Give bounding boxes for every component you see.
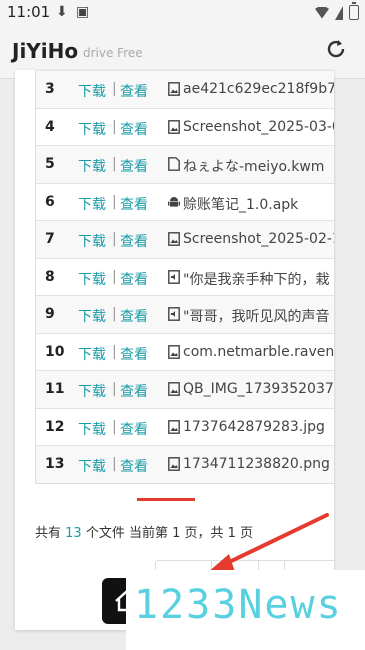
file-table: 3下载|查看ae421c629ec218f9b7c34下载|查看Screensh…: [35, 70, 334, 484]
view-link[interactable]: 查看: [120, 456, 148, 476]
wifi-icon: [315, 6, 329, 19]
current-page-button[interactable]: [137, 498, 195, 509]
link-separator: |: [112, 343, 117, 360]
file-name[interactable]: "哥哥，我听见风的声音: [183, 306, 329, 326]
view-link[interactable]: 查看: [120, 81, 148, 101]
file-name[interactable]: 1734711238820.png: [183, 456, 330, 472]
table-row: 9 下载 | 查看 "哥哥，我听见风的声音: [36, 295, 334, 333]
file-name[interactable]: 赊账笔记_1.0.apk: [183, 194, 298, 214]
link-separator: |: [112, 418, 117, 435]
table-row: 3 下载 |查看 ae421c629ec218f9b7c3: [36, 70, 334, 108]
row-number: 12: [45, 418, 65, 435]
view-link[interactable]: 查看: [120, 269, 148, 289]
signal-icon: [335, 5, 343, 20]
table-row: 6 下载 | 查看 赊账笔记_1.0.apk: [36, 182, 334, 221]
table-row: 8 下载 | 查看 "你是我亲手种下的，栽: [36, 257, 334, 296]
table-row: 12 下载 | 查看 1737642879283.jpg: [36, 407, 334, 446]
image-file-icon: [168, 119, 180, 134]
download-link[interactable]: 下载: [78, 344, 106, 364]
row-number: 10: [45, 343, 65, 360]
view-link[interactable]: 查看: [120, 344, 148, 364]
download-link[interactable]: 下载: [78, 231, 106, 251]
image-file-icon: [168, 457, 180, 471]
file-name[interactable]: "你是我亲手种下的，栽: [183, 269, 329, 289]
refresh-icon[interactable]: [323, 36, 349, 62]
file-name[interactable]: Screenshot_2025-03-01: [183, 119, 334, 135]
table-row: 7 下载 | 查看 Screenshot_2025-02-18: [36, 220, 334, 258]
download-link[interactable]: 下载: [78, 81, 106, 101]
app-title: JiYiHo: [12, 39, 79, 63]
link-separator: |: [112, 156, 117, 172]
row-number: 8: [45, 268, 55, 285]
table-row: 11 下载 |查看 QB_IMG_173935203707: [36, 370, 334, 408]
view-link[interactable]: 查看: [120, 231, 148, 251]
row-number: 5: [45, 156, 55, 172]
battery-icon: [349, 2, 359, 20]
row-number: 6: [45, 193, 55, 210]
file-name[interactable]: com.netmarble.raven2.p: [183, 344, 334, 360]
android-icon: [168, 195, 180, 209]
status-time: 11:01: [7, 3, 51, 21]
row-number: 7: [45, 231, 55, 247]
row-number: 4: [45, 118, 55, 135]
file-name[interactable]: ねぇよな-meiyo.kwm: [183, 156, 324, 176]
summary-prefix: 共有: [35, 526, 62, 541]
text-file-icon: [168, 157, 180, 171]
image-file-icon: [168, 419, 180, 434]
audio-file-icon: [168, 269, 180, 284]
link-separator: |: [112, 268, 117, 285]
view-link[interactable]: 查看: [120, 156, 148, 176]
app-subtitle: drive Free: [83, 46, 143, 60]
link-separator: |: [112, 231, 117, 247]
row-number: 9: [45, 306, 55, 322]
link-separator: |: [112, 456, 117, 472]
download-link[interactable]: 下载: [78, 381, 106, 401]
view-link[interactable]: 查看: [120, 419, 148, 439]
table-row: 5 下载 | 查看 ねぇよな-meiyo.kwm: [36, 145, 334, 183]
status-bar: 11:01 ⬇ ▣: [0, 0, 365, 26]
view-link[interactable]: 查看: [120, 119, 148, 139]
download-link[interactable]: 下载: [78, 456, 106, 476]
download-link[interactable]: 下载: [78, 306, 106, 326]
image-file-icon: [168, 344, 180, 359]
file-name[interactable]: Screenshot_2025-02-18: [183, 231, 334, 247]
link-separator: |: [112, 118, 117, 135]
download-link[interactable]: 下载: [78, 156, 106, 176]
image-file-icon: [168, 382, 180, 396]
watermark: 1233News: [126, 570, 365, 650]
watermark-text: 1233News: [134, 582, 343, 628]
row-number: 3: [45, 81, 55, 97]
download-link[interactable]: 下载: [78, 269, 106, 289]
link-separator: |: [112, 381, 117, 397]
download-link[interactable]: 下载: [78, 119, 106, 139]
link-separator: |: [112, 81, 117, 97]
row-number: 13: [45, 456, 65, 472]
download-icon: ⬇: [56, 4, 68, 20]
table-row: 10 下载 |查看 com.netmarble.raven2.p: [36, 332, 334, 371]
audio-file-icon: [168, 307, 180, 321]
link-separator: |: [112, 193, 117, 210]
row-number: 11: [45, 381, 65, 397]
image-file-icon: [168, 232, 180, 246]
download-link[interactable]: 下载: [78, 194, 106, 214]
link-separator: |: [112, 306, 117, 322]
view-link[interactable]: 查看: [120, 381, 148, 401]
image-file-icon: [168, 82, 180, 96]
file-name[interactable]: ae421c629ec218f9b7c3: [183, 81, 334, 97]
file-name[interactable]: 1737642879283.jpg: [183, 419, 325, 435]
table-row: 4 下载 | 查看 Screenshot_2025-03-01: [36, 107, 334, 146]
file-name[interactable]: QB_IMG_173935203707: [183, 381, 334, 397]
view-link[interactable]: 查看: [120, 194, 148, 214]
table-row: 13 下载 | 查看 1734711238820.png: [36, 445, 334, 483]
view-link[interactable]: 查看: [120, 306, 148, 326]
file-count: 13: [65, 526, 82, 541]
notification-icon: ▣: [76, 4, 90, 20]
download-link[interactable]: 下载: [78, 419, 106, 439]
